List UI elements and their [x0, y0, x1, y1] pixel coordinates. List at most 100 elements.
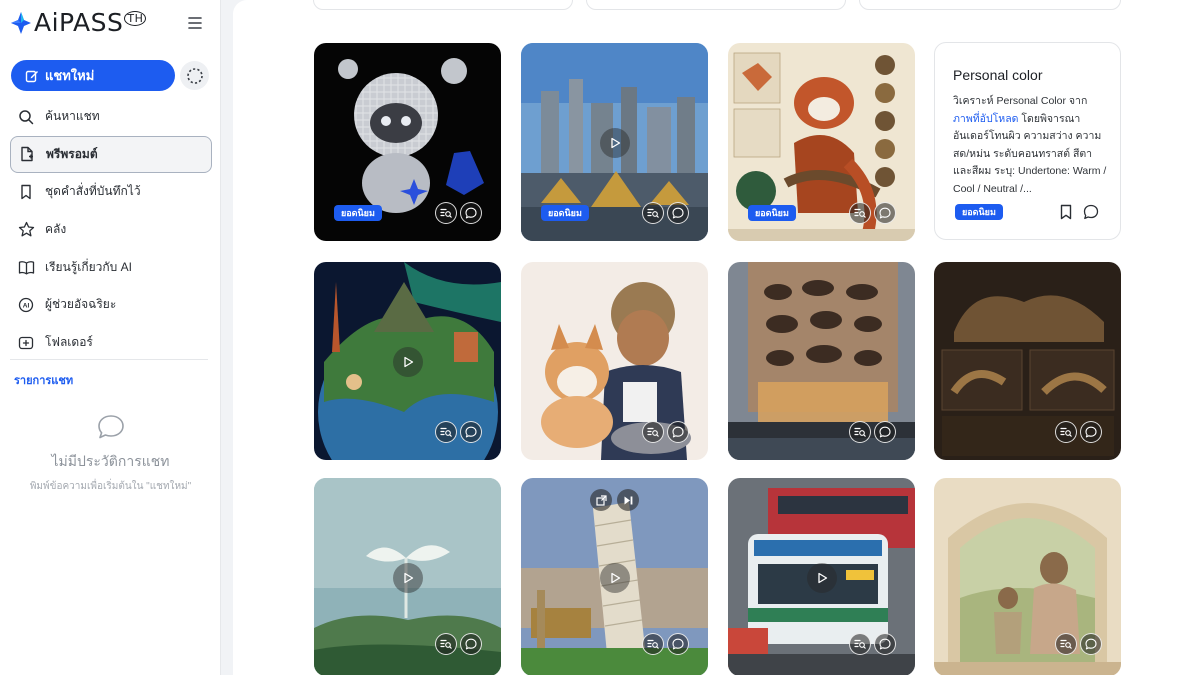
prompt-preview-button[interactable] [1055, 421, 1077, 443]
chat-button[interactable] [667, 421, 689, 443]
card-organic-building[interactable] [728, 262, 915, 460]
top-card[interactable] [313, 0, 573, 10]
chat-button[interactable] [460, 421, 482, 443]
prompt-preview-button[interactable] [642, 202, 664, 224]
chat-button[interactable] [667, 202, 689, 224]
play-button[interactable] [393, 347, 423, 377]
main-content: ยอดนิยม ยอดนิยม ยอดนิยม Personal color ว… [233, 0, 1200, 675]
card-sprout[interactable] [314, 478, 501, 675]
popular-badge: ยอดนิยม [955, 204, 1003, 220]
prompt-search-icon [440, 427, 452, 437]
play-button[interactable] [600, 563, 630, 593]
sidebar-item-label: โฟลเดอร์ [45, 335, 93, 350]
popular-badge: ยอดนิยม [541, 205, 589, 221]
chat-bubble-icon [1083, 204, 1099, 220]
sidebar-item-smart-assistant[interactable]: AI ผู้ช่วยอัจฉริยะ [10, 286, 212, 323]
open-external-button[interactable] [590, 489, 612, 511]
star-icon [17, 221, 35, 239]
chat-button[interactable] [460, 633, 482, 655]
uploaded-image-link[interactable]: ภาพที่อัปโหลด [953, 113, 1018, 125]
chat-button[interactable] [667, 633, 689, 655]
logo[interactable]: AiPASS TH [10, 8, 147, 37]
chat-bubble-icon [879, 426, 891, 438]
chat-button[interactable] [874, 633, 896, 655]
prompt-preview-button[interactable] [849, 421, 871, 443]
sidebar-item-label: ผู้ช่วยอัจฉริยะ [45, 297, 117, 312]
chat-bubble-icon [879, 207, 891, 219]
card-family-paper-art[interactable] [934, 478, 1121, 675]
play-button[interactable] [807, 563, 837, 593]
hamburger-menu-button[interactable] [184, 12, 206, 34]
bookmark-button[interactable] [1057, 203, 1075, 221]
play-icon [404, 572, 414, 584]
card-world-landmarks[interactable] [314, 262, 501, 460]
play-button[interactable] [600, 128, 630, 158]
prompt-preview-button[interactable] [435, 421, 457, 443]
chat-button[interactable] [460, 202, 482, 224]
chat-bubble-icon [465, 638, 477, 650]
search-icon [17, 108, 35, 126]
sidebar-nav: ค้นหาแชท พรีพรอมต์ ชุดคำสั่งที่บันทึกไว้… [10, 98, 212, 362]
sidebar-item-learn-ai[interactable]: เรียนรู้เกี่ยวกับ AI [10, 249, 212, 286]
prompt-search-icon [854, 208, 866, 218]
edit-icon [25, 70, 38, 82]
card-red-panda-infographic[interactable]: ยอดนิยม [728, 43, 915, 241]
sidebar-item-folder[interactable]: โฟลเดอร์ [10, 324, 212, 361]
empty-chat-history: ไม่มีประวัติการแชท พิมพ์ข้อความเพื่อเริ่… [0, 414, 221, 494]
play-icon [818, 572, 828, 584]
chat-button[interactable] [1080, 633, 1102, 655]
prompt-preview-button[interactable] [849, 633, 871, 655]
card-bangkok-city[interactable]: ยอดนิยม [521, 43, 708, 241]
prompt-search-icon [854, 639, 866, 649]
prompt-preview-button[interactable] [849, 202, 871, 224]
card-pisa-tower[interactable] [521, 478, 708, 675]
sidebar-item-library[interactable]: คลัง [10, 211, 212, 248]
open-external-icon [595, 494, 607, 506]
chat-bubble-icon [672, 638, 684, 650]
chat-button[interactable] [874, 421, 896, 443]
card-leopard-furniture[interactable] [934, 262, 1121, 460]
prompt-preview-button[interactable] [435, 202, 457, 224]
chat-button[interactable] [1080, 421, 1102, 443]
chat-bubble-icon [465, 207, 477, 219]
sidebar-item-search-chat[interactable]: ค้นหาแชท [10, 98, 212, 135]
prompt-search-icon [647, 639, 659, 649]
chat-button[interactable] [1082, 203, 1100, 221]
card-personal-color[interactable]: Personal color วิเคราะห์ Personal Color … [934, 42, 1121, 240]
new-chat-button[interactable]: แชทใหม่ [11, 60, 175, 91]
logo-mark-icon [11, 11, 31, 34]
play-button[interactable] [393, 563, 423, 593]
bookmark-icon [17, 183, 35, 201]
sidebar-divider [10, 359, 208, 360]
top-card[interactable] [859, 0, 1121, 10]
prompt-search-icon [440, 208, 452, 218]
prompt-preview-button[interactable] [642, 633, 664, 655]
card-bangkok-buses[interactable] [728, 478, 915, 675]
popular-badge: ยอดนิยม [334, 205, 382, 221]
sidebar-item-saved-prompts[interactable]: ชุดคำสั่งที่บันทึกไว้ [10, 173, 212, 210]
card-chrome-robot[interactable]: ยอดนิยม [314, 43, 501, 241]
chat-bubble-icon [97, 415, 124, 439]
play-icon [404, 356, 414, 368]
prompt-preview-button[interactable] [642, 421, 664, 443]
chat-bubble-icon [672, 426, 684, 438]
sidebar-item-pre-prompt[interactable]: พรีพรอมต์ [10, 135, 212, 173]
loading-button[interactable] [180, 61, 209, 90]
top-card[interactable] [586, 0, 846, 10]
svg-text:AI: AI [23, 302, 30, 309]
folder-plus-icon [17, 334, 35, 352]
prompt-preview-button[interactable] [1055, 633, 1077, 655]
top-cards-row [313, 0, 1121, 10]
new-chat-label: แชทใหม่ [45, 68, 95, 83]
play-icon [611, 572, 621, 584]
prompt-preview-button[interactable] [435, 633, 457, 655]
sidebar-item-label: พรีพรอมต์ [46, 146, 98, 161]
prompt-search-icon [647, 427, 659, 437]
chat-button[interactable] [874, 202, 896, 224]
card-boy-shiba[interactable] [521, 262, 708, 460]
spinner-icon [186, 67, 203, 84]
book-icon [17, 258, 35, 276]
empty-subtitle: พิมพ์ข้อความเพื่อเริ่มต้นใน "แชทใหม่" [29, 481, 192, 492]
skip-button[interactable] [617, 489, 639, 511]
sidebar-item-label: เรียนรู้เกี่ยวกับ AI [45, 259, 132, 274]
